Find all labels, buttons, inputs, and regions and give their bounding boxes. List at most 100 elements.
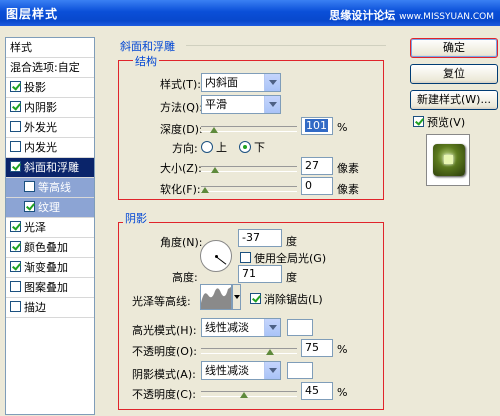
depth-input[interactable]: 101	[301, 117, 333, 135]
shadow-opacity-thumb[interactable]	[240, 386, 249, 398]
shadow-opacity-input[interactable]: 45	[301, 382, 333, 400]
direction-down-radio[interactable]	[239, 141, 251, 153]
depth-slider[interactable]	[201, 126, 297, 133]
angle-input[interactable]: -37	[238, 229, 282, 247]
style-item-blending-options[interactable]: 混合选项:自定	[6, 58, 94, 78]
style-item-inner-glow[interactable]: 内发光	[6, 138, 94, 158]
style-item-outer-glow[interactable]: 外发光	[6, 118, 94, 138]
shadow-opacity-label: 不透明度(C):	[132, 388, 196, 401]
title-bar: 图层样式 思缘设计论坛 www.MISSYUAN.COM	[0, 0, 500, 26]
style-item-drop-shadow[interactable]: 投影	[6, 78, 94, 98]
altitude-unit: 度	[286, 271, 297, 284]
antialias-checkbox[interactable]	[250, 293, 261, 304]
ok-button[interactable]: 确定	[410, 38, 498, 58]
preview-option[interactable]: 预览(V)	[413, 114, 465, 130]
size-unit: 像素	[337, 162, 359, 175]
angle-center-dot	[215, 255, 218, 258]
soften-slider[interactable]	[201, 186, 297, 193]
outer-glow-checkbox[interactable]	[10, 121, 21, 132]
style-item-bevel-emboss[interactable]: 斜面和浮雕	[6, 158, 94, 178]
shadow-opacity-unit: %	[337, 386, 348, 399]
size-slider-thumb[interactable]	[211, 161, 220, 173]
drop-shadow-checkbox[interactable]	[10, 81, 21, 92]
style-item-stroke[interactable]: 描边	[6, 298, 94, 318]
size-input[interactable]: 27	[301, 157, 333, 175]
satin-checkbox[interactable]	[10, 221, 21, 232]
soften-slider-thumb[interactable]	[201, 181, 210, 193]
new-style-button[interactable]: 新建样式(W)...	[410, 90, 498, 110]
direction-up-radio[interactable]	[201, 141, 213, 153]
highlight-opacity-slider[interactable]	[201, 348, 297, 355]
contour-checkbox[interactable]	[24, 181, 35, 192]
gloss-contour-label: 光泽等高线:	[132, 295, 191, 308]
angle-label: 角度(N):	[160, 236, 203, 249]
direction-label: 方向:	[172, 142, 198, 155]
stroke-checkbox[interactable]	[10, 301, 21, 312]
bevel-emboss-checkbox[interactable]	[10, 161, 21, 172]
style-item-color-overlay[interactable]: 颜色叠加	[6, 238, 94, 258]
chevron-down-icon	[264, 74, 280, 91]
contour-curve-icon	[201, 287, 231, 309]
soften-label: 软化(F):	[160, 183, 201, 196]
chevron-down-icon	[264, 319, 280, 336]
global-light-checkbox[interactable]	[240, 252, 251, 263]
altitude-input[interactable]: 71	[238, 265, 282, 283]
size-slider[interactable]	[201, 166, 297, 173]
chevron-down-icon	[264, 96, 280, 113]
soften-input[interactable]: 0	[301, 177, 333, 195]
style-item-gradient-overlay[interactable]: 渐变叠加	[6, 258, 94, 278]
antialias-option[interactable]: 消除锯齿(L)	[250, 291, 323, 307]
soften-unit: 像素	[337, 183, 359, 196]
gradient-overlay-checkbox[interactable]	[10, 261, 21, 272]
direction-up-option[interactable]: 上	[201, 139, 227, 155]
reset-button[interactable]: 复位	[410, 64, 498, 84]
shadow-mode-label: 阴影模式(A):	[132, 368, 196, 381]
direction-down-option[interactable]: 下	[239, 139, 265, 155]
texture-checkbox[interactable]	[24, 201, 35, 212]
altitude-label: 高度:	[172, 271, 198, 284]
color-overlay-checkbox[interactable]	[10, 241, 21, 252]
style-item-inner-shadow[interactable]: 内阴影	[6, 98, 94, 118]
group-divider	[186, 45, 386, 46]
shadow-mode-select[interactable]: 线性减淡	[201, 361, 281, 380]
bevel-emboss-title: 斜面和浮雕	[120, 40, 175, 53]
depth-label: 深度(D):	[160, 123, 203, 136]
bevel-style-select[interactable]: 内斜面	[201, 73, 281, 92]
inner-glow-checkbox[interactable]	[10, 141, 21, 152]
watermark: 思缘设计论坛 www.MISSYUAN.COM	[329, 9, 494, 22]
window-title: 图层样式	[6, 7, 59, 21]
style-item-texture[interactable]: 纹理	[6, 198, 94, 218]
shadow-color-swatch[interactable]	[287, 362, 313, 379]
style-preview	[426, 134, 470, 186]
depth-slider-thumb[interactable]	[210, 121, 219, 133]
highlight-opacity-input[interactable]: 75	[301, 339, 333, 357]
highlight-mode-label: 高光模式(H):	[132, 324, 197, 337]
preview-checkbox[interactable]	[413, 116, 424, 127]
style-label: 样式(T):	[160, 78, 202, 91]
pattern-overlay-checkbox[interactable]	[10, 281, 21, 292]
technique-label: 方法(Q):	[160, 101, 203, 114]
style-list-header: 样式	[6, 38, 94, 58]
shadow-opacity-slider[interactable]	[201, 391, 297, 398]
highlight-opacity-thumb[interactable]	[266, 343, 275, 355]
gloss-contour-preview[interactable]	[200, 284, 232, 310]
depth-unit: %	[337, 121, 348, 134]
highlight-opacity-unit: %	[337, 343, 348, 356]
style-list: 样式 混合选项:自定 投影 内阴影 外发光 内发光 斜面和浮雕 等高线 纹理 光…	[5, 37, 95, 415]
style-item-pattern-overlay[interactable]: 图案叠加	[6, 278, 94, 298]
highlight-mode-select[interactable]: 线性减淡	[201, 318, 281, 337]
technique-select[interactable]: 平滑	[201, 95, 281, 114]
shading-title: 阴影	[123, 210, 149, 226]
angle-unit: 度	[286, 235, 297, 248]
chevron-down-icon	[264, 362, 280, 379]
gloss-contour-dropdown[interactable]	[232, 284, 241, 310]
global-light-option[interactable]: 使用全局光(G)	[240, 250, 326, 266]
highlight-opacity-label: 不透明度(O):	[132, 345, 197, 358]
style-item-satin[interactable]: 光泽	[6, 218, 94, 238]
preview-swatch-icon	[433, 144, 465, 176]
style-item-contour[interactable]: 等高线	[6, 178, 94, 198]
angle-dial[interactable]	[200, 240, 232, 272]
structure-title: 结构	[133, 53, 159, 69]
inner-shadow-checkbox[interactable]	[10, 101, 21, 112]
highlight-color-swatch[interactable]	[287, 319, 313, 336]
